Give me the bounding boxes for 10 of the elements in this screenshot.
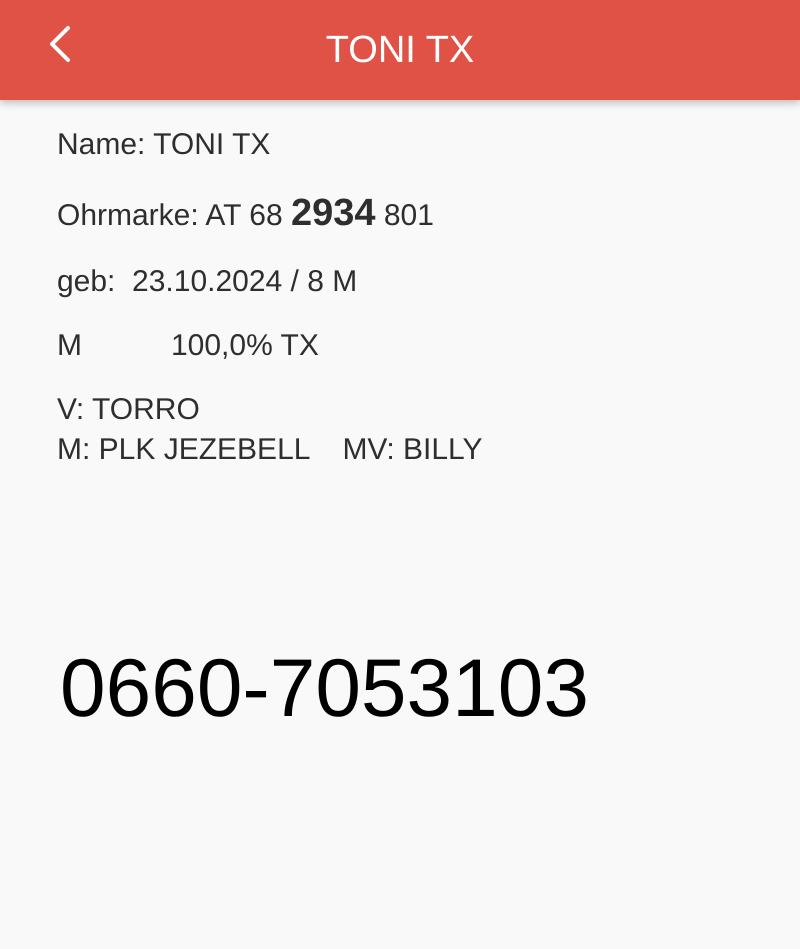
sex-text: M [57,329,83,363]
phone-number: 0660-7053103 [60,642,589,736]
name-text: Name: TONI TX [57,128,270,162]
breed-share-text: 100,0% TX [171,329,319,363]
sire-text: V: TORRO [57,393,200,427]
dam-sire-text: MV: BILLY [342,433,482,467]
birth-date-text: geb: 23.10.2024 / 8 M [57,265,358,299]
page-title: TONI TX [326,28,474,72]
dam-text: M: PLK JEZEBELL [57,433,310,467]
ear-tag-text: Ohrmarke: AT 68 2934 801 [57,192,434,235]
